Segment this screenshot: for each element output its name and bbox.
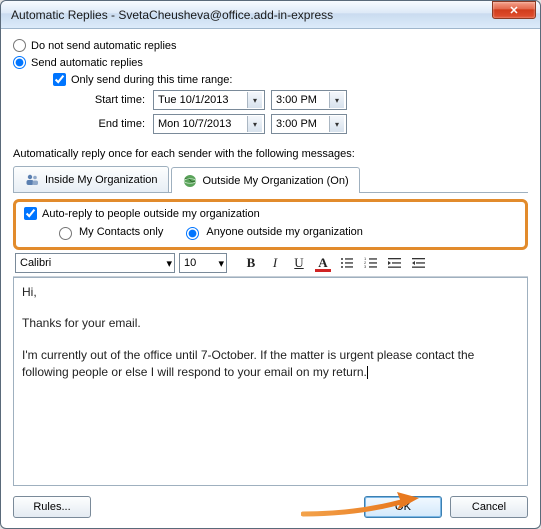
svg-text:3: 3 (364, 264, 367, 269)
chevron-down-icon: ▾ (166, 257, 172, 270)
message-editor[interactable]: Hi, Thanks for your email. I'm currently… (13, 277, 528, 486)
label-auto-reply-outside: Auto-reply to people outside my organiza… (42, 208, 260, 220)
label-send: Send automatic replies (31, 57, 143, 69)
label-do-not-send: Do not send automatic replies (31, 40, 177, 52)
cancel-label: Cancel (472, 501, 506, 513)
font-color-button[interactable]: A (313, 253, 333, 273)
start-date-value: Tue 10/1/2013 (158, 94, 247, 106)
automatic-replies-dialog: Automatic Replies - SvetaCheusheva@offic… (0, 0, 541, 529)
bold-button[interactable]: B (241, 253, 261, 273)
option-anyone-outside[interactable]: Anyone outside my organization (181, 224, 363, 240)
underline-button[interactable]: U (289, 253, 309, 273)
tab-inside-label: Inside My Organization (45, 174, 158, 186)
start-time-value: 3:00 PM (276, 94, 329, 106)
outdent-button[interactable] (385, 253, 405, 273)
people-icon (24, 172, 40, 188)
tab-inside-org[interactable]: Inside My Organization (13, 166, 169, 192)
start-time-combo[interactable]: 3:00 PM ▾ (271, 90, 347, 110)
option-do-not-send[interactable]: Do not send automatic replies (13, 39, 528, 52)
label-only-range: Only send during this time range: (71, 74, 232, 86)
ok-button[interactable]: OK (364, 496, 442, 518)
italic-button[interactable]: I (265, 253, 285, 273)
option-send[interactable]: Send automatic replies (13, 56, 528, 69)
message-line: Hi, (22, 284, 519, 301)
tab-outside-org[interactable]: Outside My Organization (On) (171, 167, 360, 193)
cancel-button[interactable]: Cancel (450, 496, 528, 518)
globe-icon (182, 173, 198, 189)
close-icon: ✕ (509, 4, 518, 17)
checkbox-only-range[interactable] (53, 73, 66, 86)
label-anyone-outside: Anyone outside my organization (206, 226, 363, 238)
start-label: Start time: (73, 94, 153, 106)
close-button[interactable]: ✕ (492, 1, 536, 19)
label-contacts-only: My Contacts only (79, 226, 163, 238)
ok-label: OK (395, 501, 411, 513)
end-label: End time: (73, 118, 153, 130)
tab-outside-label: Outside My Organization (On) (203, 175, 349, 187)
message-line: Thanks for your email. (22, 315, 519, 332)
end-time-row: End time: Mon 10/7/2013 ▾ 3:00 PM ▾ (73, 114, 528, 134)
end-time-combo[interactable]: 3:00 PM ▾ (271, 114, 347, 134)
font-name-combo[interactable]: Calibri ▾ (15, 253, 175, 273)
option-contacts-only[interactable]: My Contacts only (54, 224, 163, 240)
message-line: I'm currently out of the office until 7-… (22, 347, 519, 382)
end-date-combo[interactable]: Mon 10/7/2013 ▾ (153, 114, 265, 134)
bullet-list-button[interactable] (337, 253, 357, 273)
start-time-row: Start time: Tue 10/1/2013 ▾ 3:00 PM ▾ (73, 90, 528, 110)
outside-options-box: Auto-reply to people outside my organiza… (13, 199, 528, 250)
chevron-down-icon: ▾ (218, 257, 224, 270)
titlebar[interactable]: Automatic Replies - SvetaCheusheva@offic… (1, 1, 540, 29)
window-title: Automatic Replies - SvetaCheusheva@offic… (11, 8, 492, 22)
section-label: Automatically reply once for each sender… (13, 148, 528, 160)
checkbox-auto-reply-outside[interactable] (24, 207, 37, 220)
tabs: Inside My Organization Outside My Organi… (13, 166, 528, 193)
text-cursor (367, 366, 368, 379)
client-area: Do not send automatic replies Send autom… (1, 29, 540, 528)
start-date-combo[interactable]: Tue 10/1/2013 ▾ (153, 90, 265, 110)
chevron-down-icon: ▾ (329, 92, 344, 108)
radio-anyone-outside[interactable] (186, 227, 199, 240)
font-name-value: Calibri (20, 257, 166, 269)
radio-do-not-send[interactable] (13, 39, 26, 52)
radio-send[interactable] (13, 56, 26, 69)
font-size-combo[interactable]: 10 ▾ (179, 253, 227, 273)
dialog-footer: Rules... OK Cancel (13, 486, 528, 518)
rules-button[interactable]: Rules... (13, 496, 91, 518)
chevron-down-icon: ▾ (247, 92, 262, 108)
font-size-value: 10 (184, 257, 218, 269)
indent-button[interactable] (409, 253, 429, 273)
radio-contacts-only[interactable] (59, 227, 72, 240)
rules-label: Rules... (33, 501, 70, 513)
end-date-value: Mon 10/7/2013 (158, 118, 247, 130)
chevron-down-icon: ▾ (247, 116, 262, 132)
option-auto-reply-outside[interactable]: Auto-reply to people outside my organiza… (24, 207, 517, 220)
option-only-range[interactable]: Only send during this time range: (53, 73, 528, 86)
format-toolbar: Calibri ▾ 10 ▾ B I U A 123 (13, 250, 528, 277)
numbered-list-button[interactable]: 123 (361, 253, 381, 273)
chevron-down-icon: ▾ (329, 116, 344, 132)
end-time-value: 3:00 PM (276, 118, 329, 130)
